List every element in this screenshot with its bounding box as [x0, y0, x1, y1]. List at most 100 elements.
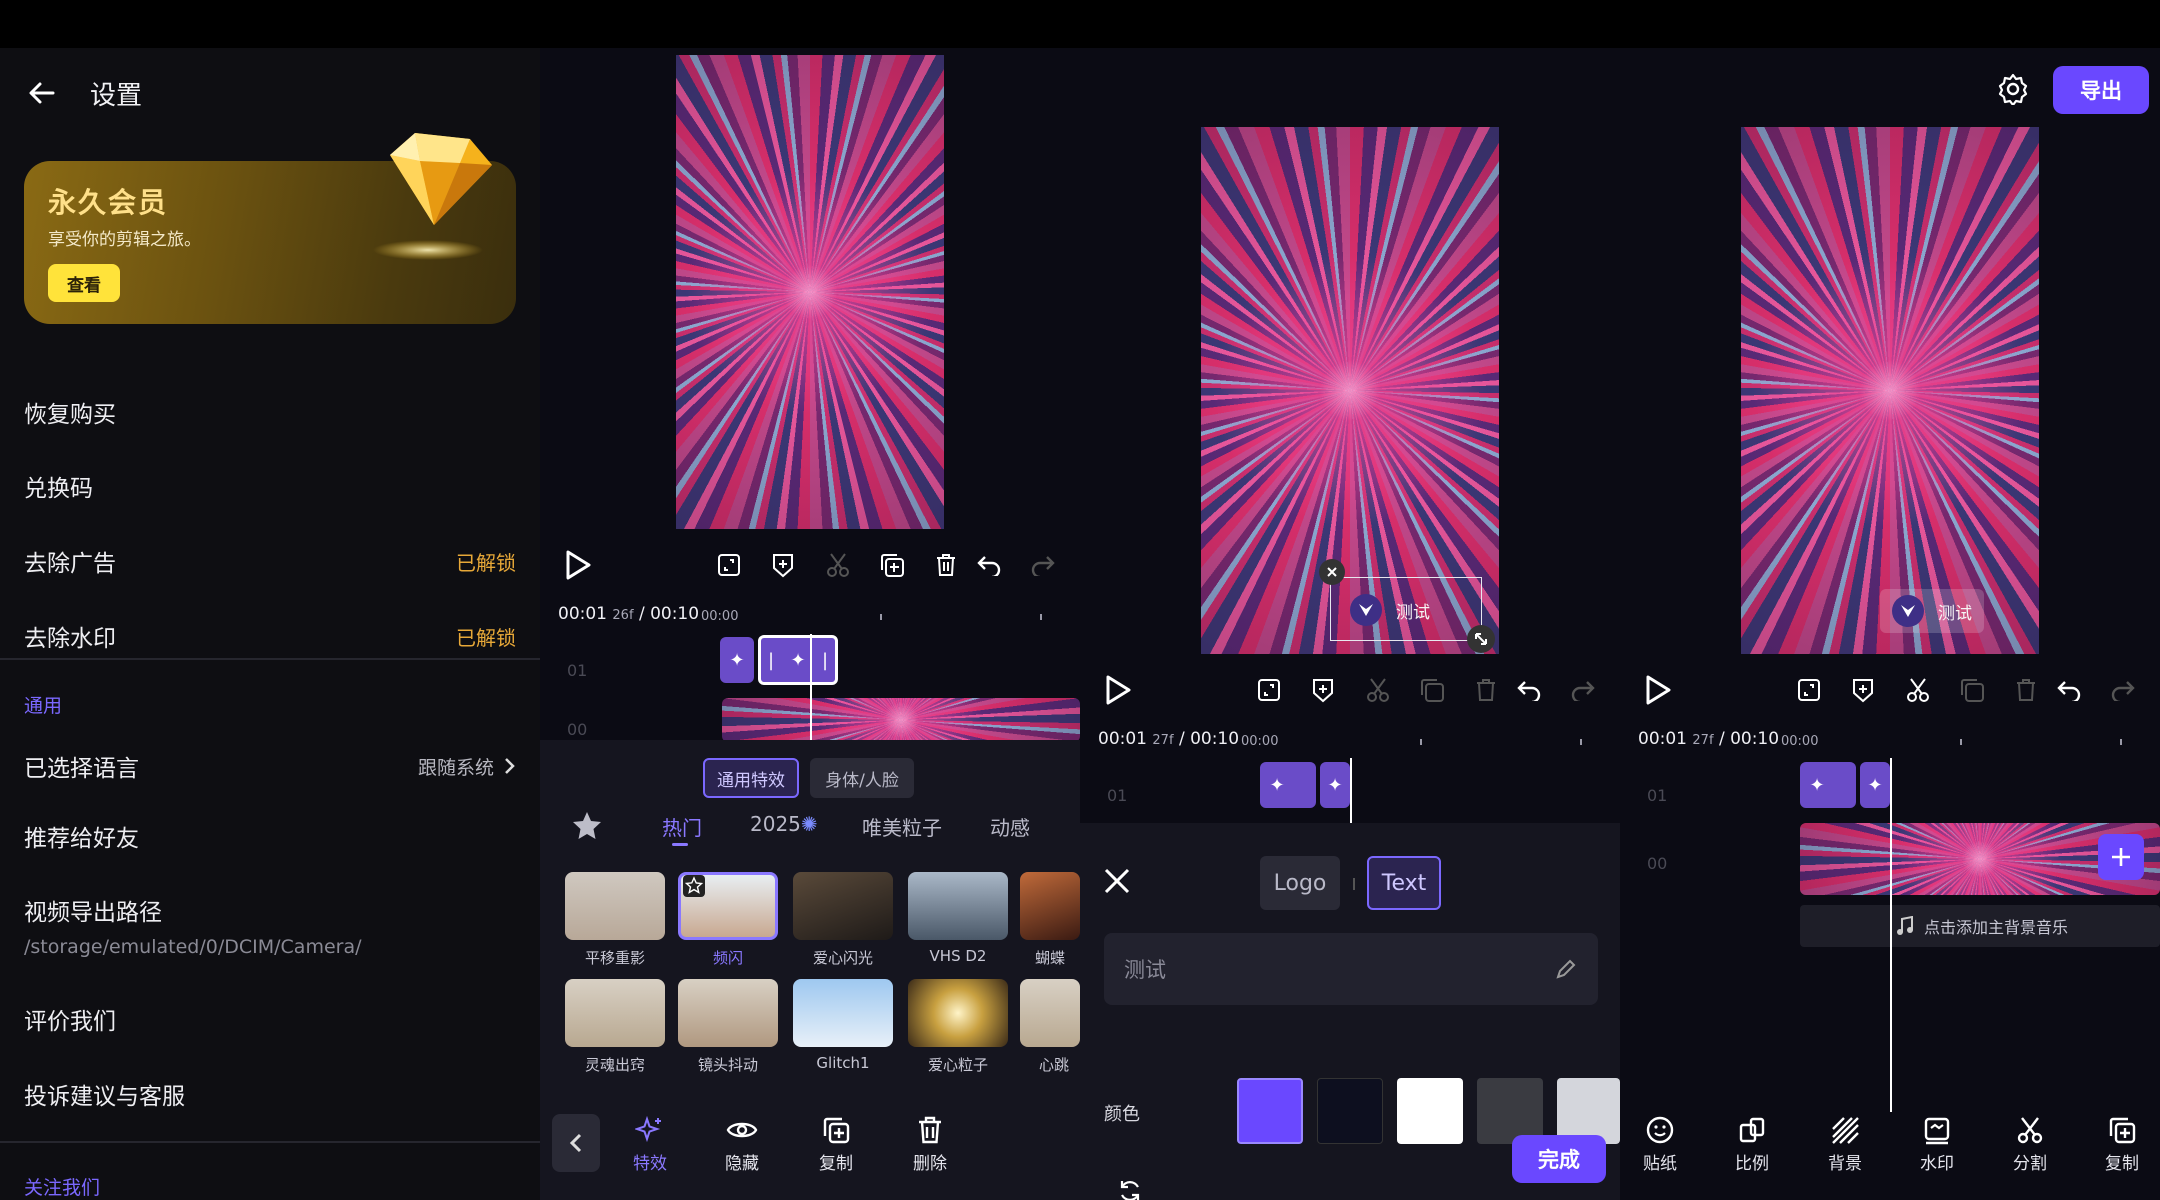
keyframe-icon[interactable] [1845, 672, 1881, 708]
keyframe-icon[interactable] [765, 547, 801, 583]
playhead[interactable] [1890, 758, 1892, 1112]
watermark-resize-icon[interactable] [1467, 625, 1495, 653]
copy-button[interactable]: 复制 [796, 1113, 876, 1174]
restore-purchase-row[interactable]: 恢复购买 [24, 388, 516, 436]
scissors-icon[interactable] [1360, 672, 1396, 708]
reset-button[interactable]: 重置 [1102, 1178, 1158, 1200]
copy-button[interactable]: 复制 [2082, 1113, 2160, 1174]
sticker-button[interactable]: 贴纸 [1620, 1113, 1700, 1174]
close-icon[interactable] [1102, 866, 1132, 900]
tab-body-face[interactable]: 身体/人脸 [810, 758, 914, 798]
gear-icon[interactable] [1997, 73, 2029, 109]
ratio-button[interactable]: 比例 [1712, 1113, 1792, 1174]
fullscreen-icon[interactable] [1251, 672, 1287, 708]
trash-icon[interactable] [928, 547, 964, 583]
collapse-back-button[interactable] [552, 1114, 600, 1172]
effect-thumb[interactable] [793, 979, 893, 1047]
trash-icon[interactable] [1468, 672, 1504, 708]
vip-subtitle: 享受你的剪辑之旅。 [48, 230, 201, 250]
hide-button[interactable]: 隐藏 [702, 1113, 782, 1174]
category-particles[interactable]: 唯美粒子 [862, 812, 942, 841]
duplicate-icon[interactable] [1954, 672, 1990, 708]
color-swatch-white[interactable] [1397, 1078, 1463, 1144]
add-music-track[interactable]: 点击添加主背景音乐 [1800, 905, 2160, 947]
background-button[interactable]: 背景 [1805, 1113, 1885, 1174]
editor-toolbar [540, 535, 1080, 595]
color-swatch-black[interactable] [1317, 1078, 1383, 1144]
playhead[interactable] [810, 634, 812, 740]
language-row[interactable]: 已选择语言 跟随系统 [24, 742, 516, 790]
effect-thumb[interactable] [908, 979, 1008, 1047]
video-preview[interactable] [1741, 127, 2039, 654]
effect-thumb[interactable] [793, 872, 893, 940]
effect-thumb[interactable] [565, 979, 665, 1047]
play-icon[interactable] [1640, 672, 1676, 708]
effect-clip[interactable]: ✦ [1860, 762, 1890, 808]
effect-clip[interactable]: ✦ [1260, 762, 1316, 808]
effects-button[interactable]: 特效 [610, 1113, 690, 1174]
watermark[interactable]: 测试 [1338, 588, 1442, 632]
color-swatch-purple[interactable] [1237, 1078, 1303, 1144]
redo-icon[interactable] [2105, 672, 2141, 708]
export-button[interactable]: 导出 [2053, 66, 2149, 114]
watermark-button[interactable]: 水印 [1897, 1113, 1977, 1174]
effect-thumb[interactable] [1020, 979, 1080, 1047]
play-icon[interactable] [1100, 672, 1136, 708]
undo-icon[interactable] [1511, 672, 1547, 708]
undo-icon[interactable] [971, 547, 1007, 583]
category-dynamic[interactable]: 动感 [990, 812, 1030, 841]
tab-logo[interactable]: Logo [1260, 856, 1340, 910]
back-arrow-icon[interactable] [24, 75, 60, 111]
duplicate-icon[interactable] [1414, 672, 1450, 708]
vip-view-button[interactable]: 查看 [48, 264, 120, 302]
effect-thumb-selected[interactable] [678, 872, 778, 940]
effect-clip-selected[interactable]: | ✦ | [758, 635, 838, 685]
effect-clip[interactable]: ✦ [720, 637, 754, 683]
fullscreen-icon[interactable] [711, 547, 747, 583]
category-hot[interactable]: 热门 [662, 812, 702, 841]
star-favorite-icon[interactable] [572, 810, 602, 844]
split-button[interactable]: 分割 [1990, 1113, 2070, 1174]
effect-clip[interactable]: ✦ [1320, 762, 1350, 808]
effect-thumb[interactable] [908, 872, 1008, 940]
export-path-value: /storage/emulated/0/DCIM/Camera/ [24, 936, 362, 958]
watermark-text-input[interactable]: 测试 [1104, 933, 1598, 1005]
hide-label: 隐藏 [725, 1154, 759, 1174]
play-icon[interactable] [560, 547, 596, 583]
scissors-icon[interactable] [1900, 672, 1936, 708]
tab-general-effects[interactable]: 通用特效 [703, 758, 799, 798]
category-2025[interactable]: 2025✺ [750, 812, 818, 836]
duplicate-icon[interactable] [874, 547, 910, 583]
effect-thumb[interactable] [678, 979, 778, 1047]
video-preview[interactable] [1201, 127, 1499, 654]
effect-thumb[interactable] [1020, 872, 1080, 940]
undo-icon[interactable] [2051, 672, 2087, 708]
redo-icon[interactable] [1565, 672, 1601, 708]
video-track[interactable] [722, 698, 1080, 742]
effect-clip[interactable]: ✦ [1800, 762, 1856, 808]
share-row[interactable]: 推荐给好友 [24, 812, 516, 860]
export-path-row[interactable]: 视频导出路径 [24, 886, 516, 934]
fullscreen-icon[interactable] [1791, 672, 1827, 708]
trash-icon[interactable] [2008, 672, 2044, 708]
pencil-icon [1556, 959, 1576, 979]
watermark-close-icon[interactable] [1319, 559, 1345, 585]
scissors-icon[interactable] [820, 547, 856, 583]
rate-row[interactable]: 评价我们 [24, 995, 516, 1043]
effect-thumb[interactable] [565, 872, 665, 940]
video-preview[interactable] [676, 55, 944, 529]
trim-handle-right[interactable]: | [815, 638, 835, 682]
tab-text[interactable]: Text [1367, 856, 1441, 910]
vip-card[interactable]: 永久会员 享受你的剪辑之旅。 查看 [24, 133, 516, 324]
trim-handle-left[interactable]: | [761, 638, 781, 682]
add-clip-button[interactable] [2098, 834, 2144, 880]
redo-icon[interactable] [1025, 547, 1061, 583]
keyframe-icon[interactable] [1305, 672, 1341, 708]
remove-ads-row[interactable]: 去除广告 已解锁 [24, 537, 516, 585]
redeem-code-row[interactable]: 兑换码 [24, 462, 516, 510]
watermark[interactable]: 测试 [1880, 589, 1984, 633]
remove-watermark-row[interactable]: 去除水印 已解锁 [24, 612, 516, 660]
feedback-row[interactable]: 投诉建议与客服 [24, 1070, 516, 1118]
delete-button[interactable]: 删除 [890, 1113, 970, 1174]
done-button[interactable]: 完成 [1512, 1135, 1606, 1183]
